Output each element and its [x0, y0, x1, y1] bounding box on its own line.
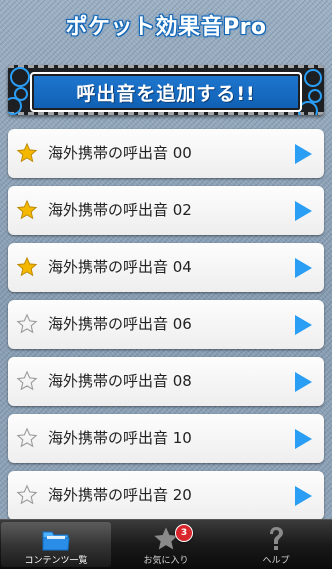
list-item[interactable]: 海外携帯の呼出音 02	[8, 186, 324, 235]
star-outline-icon[interactable]	[16, 370, 38, 392]
list-item[interactable]: 海外携帯の呼出音 20	[8, 471, 324, 520]
tab-favorites[interactable]: 3 お気に入り	[111, 520, 221, 569]
star-filled-icon[interactable]	[16, 199, 38, 221]
play-icon[interactable]	[292, 143, 314, 165]
tab-label: ヘルプ	[262, 556, 290, 566]
list-item[interactable]: 海外携帯の呼出音 08	[8, 357, 324, 406]
list-item-label: 海外携帯の呼出音 04	[48, 258, 192, 276]
banner-stripe-bottom	[8, 112, 324, 115]
add-ringtone-banner: 呼出音を追加する!!	[8, 65, 324, 115]
tab-label: お気に入り	[143, 556, 189, 566]
app-header: ポケット効果音Pro	[0, 0, 332, 50]
question-icon	[270, 527, 283, 550]
tab-contents[interactable]: コンテンツ一覧	[1, 522, 111, 567]
play-icon[interactable]	[292, 200, 314, 222]
list-item-label: 海外携帯の呼出音 20	[48, 486, 192, 504]
app-title: ポケット効果音Pro	[65, 15, 267, 40]
play-icon[interactable]	[292, 428, 314, 450]
tab-label: コンテンツ一覧	[24, 556, 88, 566]
list-item[interactable]: 海外携帯の呼出音 00	[8, 129, 324, 178]
list-item-label: 海外携帯の呼出音 08	[48, 372, 192, 390]
play-icon[interactable]	[292, 371, 314, 393]
ring-decoration	[304, 69, 322, 87]
favorites-count-badge: 3	[175, 524, 193, 542]
play-icon[interactable]	[292, 257, 314, 279]
tab-bar: コンテンツ一覧 3 お気に入り ヘルプ	[0, 519, 332, 569]
folder-icon	[42, 531, 70, 551]
add-ringtone-label: 呼出音を追加する!!	[76, 82, 256, 105]
list-item[interactable]: 海外携帯の呼出音 04	[8, 243, 324, 292]
ring-decoration	[10, 67, 30, 87]
list-item-label: 海外携帯の呼出音 10	[48, 429, 192, 447]
list-item[interactable]: 海外携帯の呼出音 10	[8, 414, 324, 463]
star-outline-icon[interactable]	[16, 427, 38, 449]
add-ringtone-button[interactable]: 呼出音を追加する!!	[30, 72, 302, 112]
list-item-label: 海外携帯の呼出音 00	[48, 144, 192, 162]
banner-stripe-top	[8, 65, 324, 68]
star-filled-icon[interactable]	[16, 142, 38, 164]
play-icon[interactable]	[292, 314, 314, 336]
star-filled-icon[interactable]	[16, 256, 38, 278]
play-icon[interactable]	[292, 485, 314, 507]
tab-help[interactable]: ヘルプ	[221, 520, 331, 569]
list-item-label: 海外携帯の呼出音 02	[48, 201, 192, 219]
list-item[interactable]: 海外携帯の呼出音 06	[8, 300, 324, 349]
list-item-label: 海外携帯の呼出音 06	[48, 315, 192, 333]
star-outline-icon[interactable]	[16, 313, 38, 335]
star-outline-icon[interactable]	[16, 484, 38, 506]
